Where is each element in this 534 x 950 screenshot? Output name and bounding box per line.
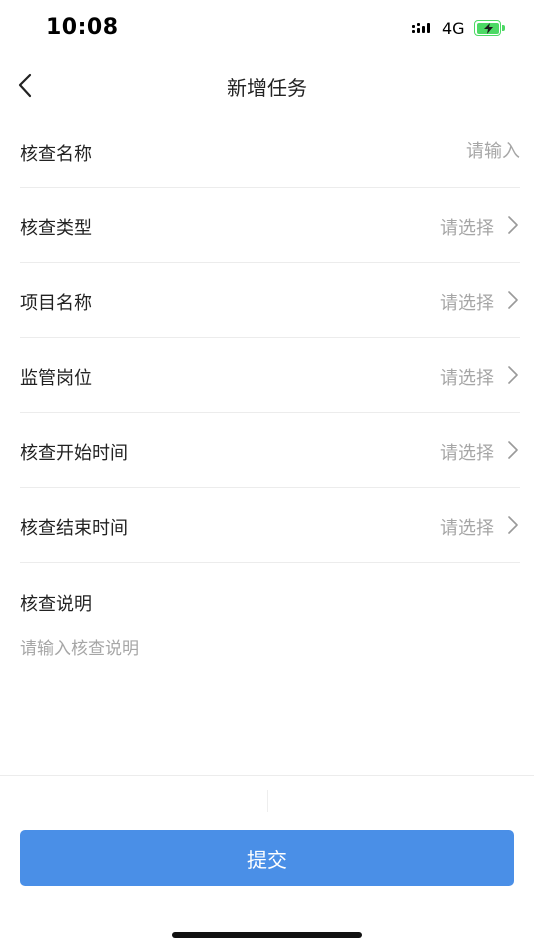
check-name-label: 核查名称 xyxy=(20,144,92,165)
start-time-label: 核查开始时间 xyxy=(20,443,128,464)
task-form: 核查名称 核查类型 请选择 项目名称 请选择 监管岗位 请选择 核查开始时间 xyxy=(0,114,534,563)
page-title: 新增任务 xyxy=(227,76,307,100)
description-label: 核查说明 xyxy=(20,594,92,615)
form-row-supervision-post[interactable]: 监管岗位 请选择 xyxy=(20,338,520,413)
end-time-label: 核查结束时间 xyxy=(20,518,128,539)
project-name-select[interactable]: 请选择 xyxy=(440,289,494,315)
end-time-select[interactable]: 请选择 xyxy=(440,514,494,540)
start-time-select[interactable]: 请选择 xyxy=(440,439,494,465)
network-type: 4G xyxy=(442,19,465,38)
form-row-project-name[interactable]: 项目名称 请选择 xyxy=(20,263,520,338)
form-row-check-type[interactable]: 核查类型 请选择 xyxy=(20,188,520,263)
footer-separator xyxy=(267,790,268,812)
supervision-post-select[interactable]: 请选择 xyxy=(440,364,494,390)
submit-button[interactable]: 提交 xyxy=(20,830,514,886)
signal-icon xyxy=(412,22,434,36)
supervision-post-label: 监管岗位 xyxy=(20,368,92,389)
home-indicator xyxy=(172,932,362,938)
nav-bar: 新增任务 xyxy=(0,58,534,114)
description-section: 核查说明 xyxy=(20,562,520,774)
chevron-right-icon xyxy=(508,441,518,459)
chevron-right-icon xyxy=(508,366,518,384)
check-type-label: 核查类型 xyxy=(20,218,92,239)
battery-icon xyxy=(474,20,501,36)
battery-cap xyxy=(502,25,505,31)
form-row-check-name: 核查名称 xyxy=(20,114,520,188)
status-time: 10:08 xyxy=(46,15,119,40)
chevron-right-icon xyxy=(508,516,518,534)
check-type-select[interactable]: 请选择 xyxy=(440,214,494,240)
description-textarea[interactable] xyxy=(20,634,520,754)
chevron-right-icon xyxy=(508,216,518,234)
charging-bolt-icon xyxy=(483,22,493,34)
form-row-end-time[interactable]: 核查结束时间 请选择 xyxy=(20,488,520,563)
chevron-right-icon xyxy=(508,291,518,309)
project-name-label: 项目名称 xyxy=(20,293,92,314)
form-row-start-time[interactable]: 核查开始时间 请选择 xyxy=(20,413,520,488)
check-name-input[interactable] xyxy=(260,136,520,166)
status-bar: 10:08 4G xyxy=(0,0,534,58)
screen: 10:08 4G 新增任务 核查名称 请输入 核查类型 请选择 项目名称 请选择… xyxy=(0,0,534,950)
footer-divider xyxy=(0,775,534,776)
